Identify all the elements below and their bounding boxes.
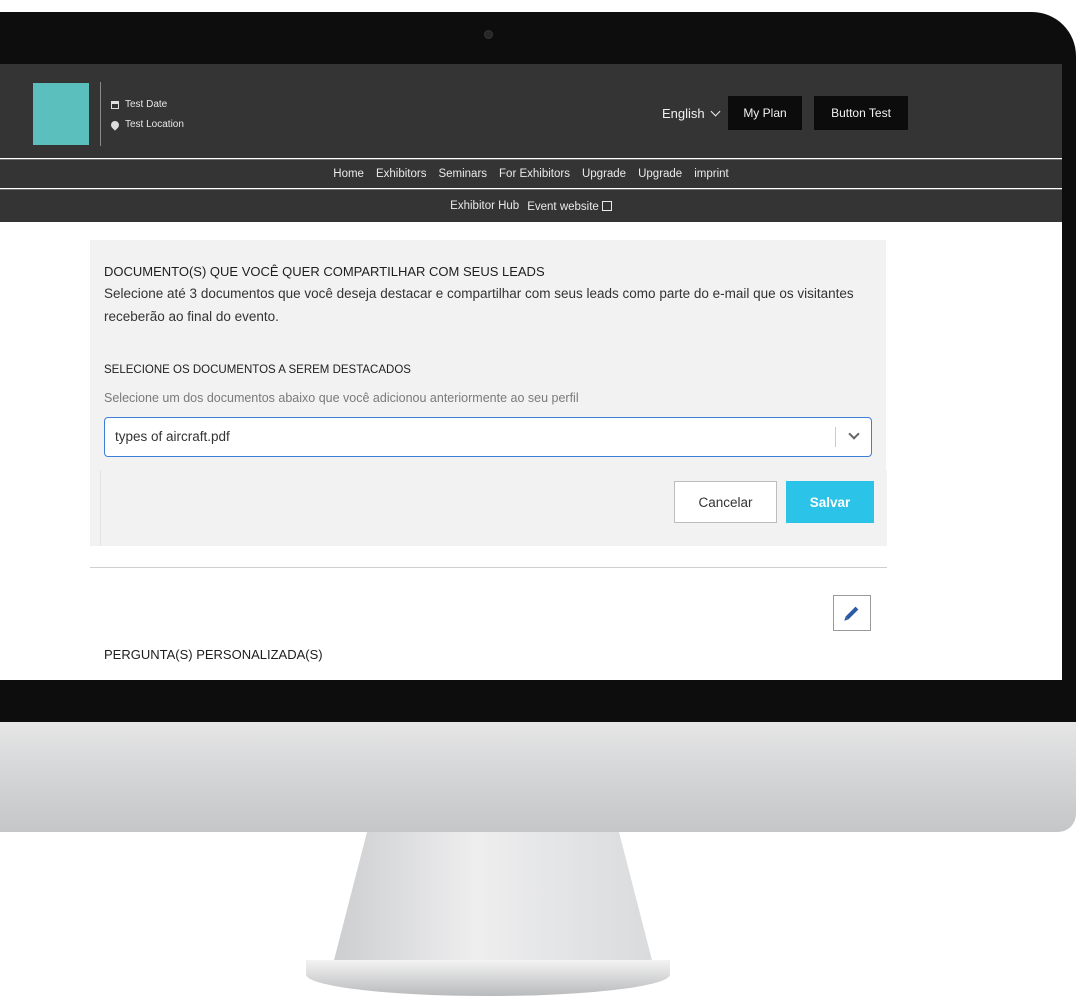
section-divider [90,567,887,568]
monitor-base [306,960,670,996]
chevron-down-icon [710,106,721,117]
primary-nav: Home Exhibitors Seminars For Exhibitors … [0,160,1062,188]
nav-item-home[interactable]: Home [330,168,367,180]
event-date: Test Date [111,99,167,110]
custom-questions-title: PERGUNTA(S) PERSONALIZADA(S) [104,647,323,662]
event-website-label: Event website [527,200,599,213]
location-pin-icon [109,118,121,131]
select-divider [835,427,836,447]
secondary-nav: Exhibitor Hub Event website [0,190,1062,222]
button-test-button[interactable]: Button Test [814,96,908,130]
document-select[interactable]: types of aircraft.pdf [104,417,872,457]
nav-item-imprint[interactable]: imprint [691,168,732,180]
form-actions: Cancelar Salvar [100,470,887,546]
document-select-value: types of aircraft.pdf [115,429,230,444]
calendar-icon [111,100,119,109]
edit-button[interactable] [833,595,871,631]
save-button[interactable]: Salvar [786,481,874,523]
nav-item-seminars[interactable]: Seminars [435,168,490,180]
top-header: Test Date Test Location English My Plan … [0,64,1062,158]
nav-item-exhibitor-hub[interactable]: Exhibitor Hub [450,200,519,212]
select-documents-heading: SELECIONE OS DOCUMENTOS A SEREM DESTACAD… [104,364,411,376]
event-location-text: Test Location [125,119,184,130]
screen: Test Date Test Location English My Plan … [0,64,1062,680]
documents-panel: DOCUMENTO(S) QUE VOCÊ QUER COMPARTILHAR … [90,240,887,546]
monitor-chin [0,722,1076,832]
camera-icon [484,30,493,39]
my-plan-button[interactable]: My Plan [728,96,802,130]
nav-item-upgrade[interactable]: Upgrade [579,168,629,180]
event-location: Test Location [109,118,184,131]
nav-item-event-website[interactable]: Event website [527,200,612,213]
documents-title: DOCUMENTO(S) QUE VOCÊ QUER COMPARTILHAR … [104,264,545,279]
nav-item-upgrade-2[interactable]: Upgrade [635,168,685,180]
select-documents-help: Selecione um dos documentos abaixo que v… [104,391,579,405]
documents-description: Selecione até 3 documentos que você dese… [104,286,854,324]
header-divider [100,82,101,146]
event-logo[interactable] [33,83,89,145]
external-link-icon [601,200,612,211]
pencil-icon [845,606,859,620]
chevron-down-icon[interactable] [848,428,860,440]
cancel-button[interactable]: Cancelar [674,481,777,523]
nav-item-exhibitors[interactable]: Exhibitors [373,168,430,180]
monitor-stand [332,832,654,968]
event-date-text: Test Date [125,99,168,110]
language-selector[interactable]: English [662,106,721,121]
language-label: English [662,106,705,121]
nav-item-for-exhibitors[interactable]: For Exhibitors [496,168,573,180]
